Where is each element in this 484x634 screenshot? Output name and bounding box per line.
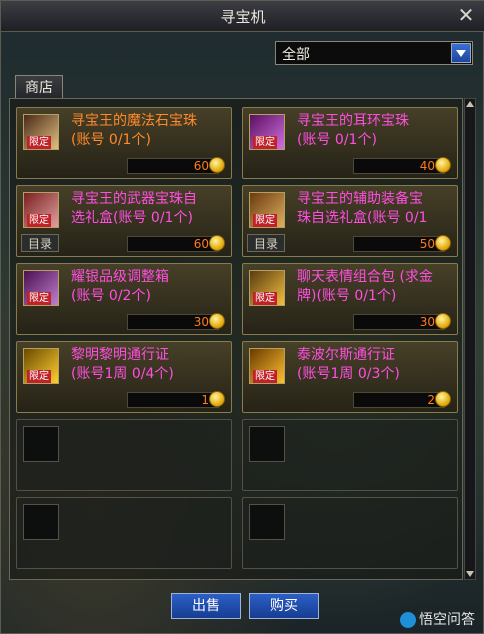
item-name: 寻宝王的辅助装备宝 珠自选礼盒(账号 0/1 xyxy=(297,191,428,226)
coin-icon xyxy=(435,313,451,329)
shop-item-card[interactable]: 限定 泰波尔斯通行证 (账号1周 0/3个) 2 xyxy=(242,341,458,413)
empty-icon-slot xyxy=(249,426,285,462)
item-price: 50 xyxy=(419,237,435,251)
empty-icon-slot xyxy=(23,504,59,540)
coin-icon xyxy=(435,157,451,173)
shop-item-card[interactable]: 限定 寻宝王的耳环宝珠 (账号 0/1个) 40 xyxy=(242,107,458,179)
coin-icon xyxy=(209,157,225,173)
buy-button[interactable]: 购买 xyxy=(249,593,319,619)
category-dropdown[interactable]: 全部 xyxy=(275,41,473,65)
limited-badge: 限定 xyxy=(27,370,51,383)
limited-badge: 限定 xyxy=(253,136,277,149)
item-price: 30 xyxy=(193,315,209,329)
limited-badge: 限定 xyxy=(253,370,277,383)
limited-badge: 限定 xyxy=(27,214,51,227)
coin-icon xyxy=(209,313,225,329)
shop-item-card[interactable]: 限定 寻宝王的魔法石宝珠 (账号 0/1个) 60 xyxy=(16,107,232,179)
window-title: 寻宝机 xyxy=(220,8,266,26)
coin-icon xyxy=(435,391,451,407)
empty-item-slot xyxy=(242,497,458,569)
limited-badge: 限定 xyxy=(27,136,51,149)
empty-item-slot xyxy=(16,497,232,569)
item-price: 1 xyxy=(201,393,209,407)
item-name: 寻宝王的武器宝珠自 选礼盒(账号 0/1个) xyxy=(71,191,197,226)
empty-icon-slot xyxy=(249,504,285,540)
tab-shop[interactable]: 商店 xyxy=(15,75,63,99)
shop-item-card[interactable]: 限定 黎明黎明通行证 (账号1周 0/4个) 1 xyxy=(16,341,232,413)
coin-icon xyxy=(209,235,225,251)
empty-item-slot xyxy=(242,419,458,491)
chevron-down-icon[interactable] xyxy=(451,43,471,63)
limited-badge: 限定 xyxy=(253,292,277,305)
shop-item-card[interactable]: 限定 目录 寻宝王的辅助装备宝 珠自选礼盒(账号 0/1 50 xyxy=(242,185,458,257)
item-grid-panel: 限定 寻宝王的魔法石宝珠 (账号 0/1个) 60 限定 寻宝王的耳环宝珠 (账号 … xyxy=(9,98,463,580)
sell-button[interactable]: 出售 xyxy=(171,593,241,619)
coin-icon xyxy=(435,235,451,251)
item-name: 耀银品级调整箱 (账号 0/2个) xyxy=(71,269,169,304)
item-name: 聊天表情组合包 (求金 牌)(账号 0/1个) xyxy=(297,269,433,304)
scroll-up-icon[interactable] xyxy=(466,101,474,107)
item-name: 泰波尔斯通行证 (账号1周 0/3个) xyxy=(297,347,400,382)
empty-item-slot xyxy=(16,419,232,491)
treasure-machine-window: 寻宝机 ✕ 全部 商店 限定 寻宝王的魔法石宝珠 (账号 0/1个) 60 限定 … xyxy=(0,0,484,634)
catalog-button[interactable]: 目录 xyxy=(21,234,59,252)
empty-icon-slot xyxy=(23,426,59,462)
item-price: 30 xyxy=(419,315,435,329)
title-bar[interactable]: 寻宝机 ✕ xyxy=(1,1,484,32)
watermark: 悟空问答 xyxy=(400,609,475,629)
scroll-down-icon[interactable] xyxy=(466,571,474,577)
item-price: 2 xyxy=(427,393,435,407)
item-name: 黎明黎明通行证 (账号1周 0/4个) xyxy=(71,347,174,382)
item-name: 寻宝王的耳环宝珠 (账号 0/1个) xyxy=(297,113,409,148)
limited-badge: 限定 xyxy=(253,214,277,227)
item-price: 40 xyxy=(419,159,435,173)
item-name: 寻宝王的魔法石宝珠 (账号 0/1个) xyxy=(71,113,197,148)
shop-item-card[interactable]: 限定 聊天表情组合包 (求金 牌)(账号 0/1个) 30 xyxy=(242,263,458,335)
shop-item-card[interactable]: 限定 耀银品级调整箱 (账号 0/2个) 30 xyxy=(16,263,232,335)
category-selected: 全部 xyxy=(282,47,310,63)
item-price: 60 xyxy=(193,159,209,173)
shop-item-card[interactable]: 限定 目录 寻宝王的武器宝珠自 选礼盒(账号 0/1个) 60 xyxy=(16,185,232,257)
catalog-button[interactable]: 目录 xyxy=(247,234,285,252)
item-price: 60 xyxy=(193,237,209,251)
close-icon[interactable]: ✕ xyxy=(455,4,477,26)
scrollbar[interactable] xyxy=(464,98,476,580)
limited-badge: 限定 xyxy=(27,292,51,305)
watermark-logo-icon xyxy=(400,612,416,628)
coin-icon xyxy=(209,391,225,407)
